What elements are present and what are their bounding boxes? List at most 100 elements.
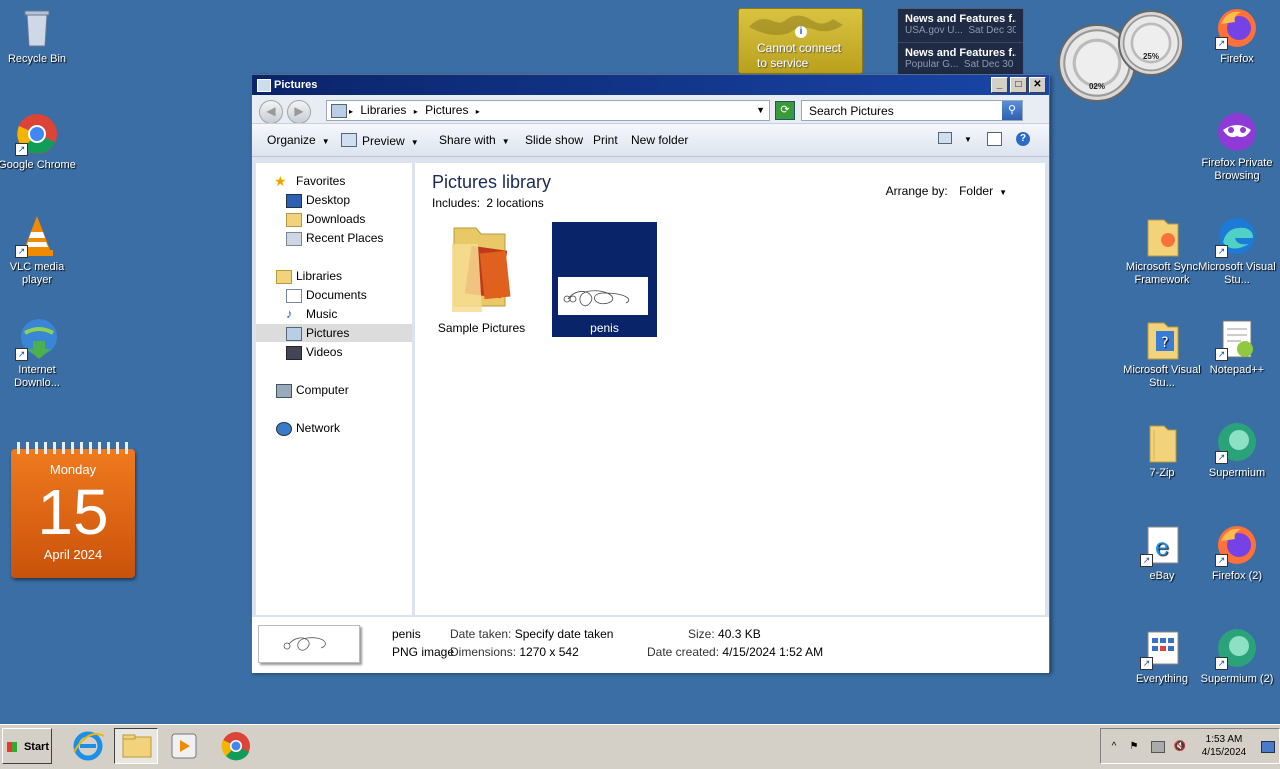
desktop-icon-ebay[interactable]: e ↗ eBay: [1122, 523, 1202, 583]
nav-item-downloads[interactable]: Downloads: [256, 210, 412, 228]
nav-item-label: Videos: [306, 345, 343, 359]
calendar-gadget[interactable]: Monday 15 April 2024: [11, 442, 135, 578]
desktop-icon-google-chrome[interactable]: ↗ Google Chrome: [0, 112, 77, 172]
nav-item-network[interactable]: Network: [256, 419, 412, 437]
volume-muted-icon[interactable]: 🔇: [1173, 741, 1187, 753]
taskbar-windows-explorer[interactable]: [114, 728, 158, 764]
taskbar-media-player[interactable]: [162, 728, 206, 764]
scribble-image-icon: [283, 637, 326, 651]
desktop-icon: [286, 194, 302, 208]
date-taken-value[interactable]: Specify date taken: [515, 627, 614, 641]
nav-item-pictures[interactable]: Pictures: [256, 324, 412, 342]
nav-item-recent-places[interactable]: Recent Places: [256, 229, 412, 247]
close-button[interactable]: ✕: [1029, 77, 1046, 93]
search-input[interactable]: Search Pictures ⚲: [801, 100, 1023, 121]
back-button[interactable]: ◀: [259, 100, 283, 124]
breadcrumb-separator-icon[interactable]: ▸: [414, 107, 418, 116]
breadcrumb-separator-icon[interactable]: ▸: [476, 107, 480, 116]
network-icon[interactable]: [1151, 741, 1165, 753]
nav-item-favorites[interactable]: ★ Favorites: [256, 172, 412, 190]
print-button[interactable]: Print: [593, 133, 618, 147]
desktop-icon-firefox-2[interactable]: ↗ Firefox (2): [1197, 523, 1277, 583]
desktop-icon-internet-download-manager[interactable]: ↗ Internet Downlo...: [0, 317, 77, 390]
view-options-chevron-icon[interactable]: ▼: [964, 135, 972, 144]
minimize-button[interactable]: _: [991, 77, 1008, 93]
news-item[interactable]: News and Features f... Popular G... Sat …: [898, 42, 1023, 76]
includes-locations-link[interactable]: 2 locations: [486, 196, 543, 210]
taskbar-internet-explorer[interactable]: [66, 728, 110, 764]
share-with-button[interactable]: Share with ▼: [439, 133, 510, 147]
desktop-icon-supermium[interactable]: ↗ Supermium: [1197, 420, 1277, 480]
organize-button[interactable]: Organize ▼: [267, 133, 330, 147]
news-item-title: News and Features f...: [905, 47, 1016, 59]
computer-icon: [276, 384, 292, 398]
breadcrumb-pictures[interactable]: Pictures: [425, 103, 468, 117]
action-center-flag-icon[interactable]: ⚑: [1127, 741, 1141, 753]
weather-gadget[interactable]: i Cannot connect to service: [738, 8, 863, 74]
folder-icon: [1140, 420, 1184, 464]
maximize-button[interactable]: □: [1010, 77, 1027, 93]
start-button[interactable]: Start: [2, 728, 52, 764]
refresh-button[interactable]: ⟳: [775, 101, 795, 120]
news-feed-gadget[interactable]: News and Features f... USA.gov U... Sat …: [897, 8, 1024, 76]
desktop-icon-label: Microsoft Visual Stu...: [1198, 261, 1276, 286]
help-icon[interactable]: ?: [1016, 132, 1030, 146]
desktop-icon-supermium-2[interactable]: ↗ Supermium (2): [1197, 626, 1277, 686]
desktop-icon-microsoft-sync-framework[interactable]: Microsoft Sync Framework: [1122, 214, 1202, 287]
chevron-down-icon: ▼: [321, 137, 330, 146]
shortcut-arrow-icon: ↗: [1215, 554, 1228, 567]
recent-places-icon: [286, 232, 302, 246]
windows-logo-icon: [7, 742, 17, 752]
show-hidden-icons-chevron-icon[interactable]: ^: [1107, 741, 1121, 753]
slide-show-button[interactable]: Slide show: [525, 133, 583, 147]
nav-item-libraries[interactable]: Libraries: [256, 267, 412, 285]
desktop-icon-label: Supermium: [1208, 467, 1266, 479]
show-desktop-icon[interactable]: [1261, 741, 1275, 753]
chrome-icon: ↗: [15, 112, 59, 156]
news-item[interactable]: News and Features f... USA.gov U... Sat …: [898, 9, 1023, 42]
shortcut-arrow-icon: ↗: [1215, 348, 1228, 361]
address-bar[interactable]: ▸ Libraries ▸ Pictures ▸ ▼: [326, 100, 770, 121]
taskbar-clock[interactable]: 1:53 AM 4/15/2024: [1194, 733, 1254, 759]
preview-pane-button[interactable]: [987, 132, 1002, 149]
library-icon: [331, 104, 347, 118]
desktop-icon-vlc[interactable]: ↗ VLC media player: [0, 214, 77, 287]
nav-item-computer[interactable]: Computer: [256, 381, 412, 399]
dimensions-value: 1270 x 542: [519, 645, 579, 659]
forward-button[interactable]: ▶: [287, 100, 311, 124]
internet-download-manager-icon: ↗: [15, 317, 59, 361]
arrange-by: Arrange by: Folder ▼: [886, 184, 1007, 198]
memory-meter-gadget[interactable]: 25%: [1118, 10, 1184, 76]
desktop-icon-firefox-private[interactable]: Firefox Private Browsing: [1197, 110, 1277, 183]
desktop-icon-recycle-bin[interactable]: Recycle Bin: [0, 6, 77, 66]
desktop-icon-label: Everything: [1136, 673, 1188, 685]
firefox-icon: ↗: [1215, 523, 1259, 567]
explorer-window[interactable]: Pictures _ □ ✕ ◀ ▶ ▸ Libraries ▸ Picture…: [251, 74, 1050, 673]
breadcrumb-libraries[interactable]: Libraries: [360, 103, 406, 117]
change-view-button[interactable]: [938, 132, 952, 147]
desktop-icon-microsoft-visual-studio-folder[interactable]: ? Microsoft Visual Stu...: [1122, 317, 1202, 390]
nav-item-videos[interactable]: Videos: [256, 343, 412, 361]
nav-item-documents[interactable]: Documents: [256, 286, 412, 304]
desktop-icon-firefox[interactable]: ↗ Firefox: [1197, 6, 1277, 66]
chevron-down-icon: ▼: [410, 138, 419, 147]
file-item-sample-pictures[interactable]: Sample Pictures: [429, 222, 534, 337]
nav-item-desktop[interactable]: Desktop: [256, 191, 412, 209]
window-titlebar[interactable]: Pictures _ □ ✕: [252, 75, 1049, 95]
desktop-icon-notepad-plus-plus[interactable]: ↗ Notepad++: [1197, 317, 1277, 377]
preview-button[interactable]: Preview ▼: [341, 133, 419, 148]
internet-explorer-icon: e ↗: [1140, 523, 1184, 567]
search-icon[interactable]: ⚲: [1002, 101, 1022, 120]
desktop-icon-microsoft-visual-studio[interactable]: ↗ Microsoft Visual Stu...: [1197, 214, 1277, 287]
address-dropdown-icon[interactable]: ▼: [756, 101, 765, 120]
taskbar-google-chrome[interactable]: [214, 728, 258, 764]
file-item-selected-image[interactable]: penis: [552, 222, 657, 337]
desktop-icon-everything[interactable]: ↗ Everything: [1122, 626, 1202, 686]
arrange-by-dropdown[interactable]: Folder ▼: [959, 184, 1007, 198]
chrome-icon: [221, 732, 250, 761]
breadcrumb-separator-icon[interactable]: ▸: [349, 107, 353, 116]
nav-item-music[interactable]: ♪ Music: [256, 305, 412, 323]
desktop-icon-7zip[interactable]: 7-Zip: [1122, 420, 1202, 480]
help-folder-icon: ?: [1140, 317, 1184, 361]
new-folder-button[interactable]: New folder: [631, 133, 688, 147]
